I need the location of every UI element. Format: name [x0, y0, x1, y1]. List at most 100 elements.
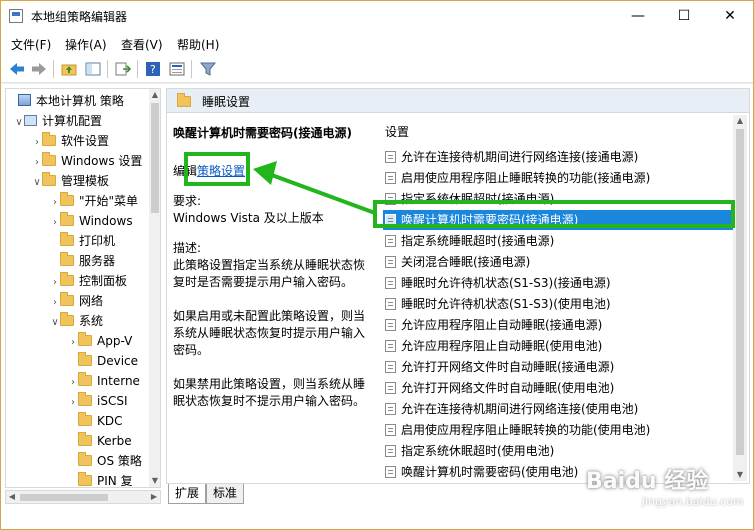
menu-file[interactable]: 文件(F) — [11, 36, 51, 53]
setting-row[interactable]: 允许在连接待机期间进行网络连接(使用电池) — [383, 399, 733, 419]
setting-row[interactable]: 启用使应用程序阻止睡眠转换的功能(使用电池) — [383, 420, 733, 440]
setting-row[interactable]: 指定系统休眠超时(使用电池) — [383, 441, 733, 461]
tree-item[interactable]: 服务器 — [50, 251, 115, 271]
setting-row[interactable]: 允许打开网络文件时自动睡眠(接通电源) — [383, 357, 733, 377]
chevron-down-icon[interactable]: ∨ — [32, 173, 42, 193]
toolbar-separator — [53, 60, 54, 78]
chevron-right-icon[interactable]: › — [68, 373, 78, 393]
forward-arrow-icon[interactable] — [29, 59, 49, 79]
tree-item[interactable]: ∨ 计算机配置 — [14, 111, 102, 131]
tree-hscroll-thumb[interactable] — [20, 494, 108, 501]
setting-label: 指定系统休眠超时(使用电池) — [401, 444, 555, 458]
tab-extended[interactable]: 扩展 — [168, 484, 207, 504]
computer-icon — [24, 115, 37, 126]
show-hide-tree-icon[interactable] — [83, 59, 103, 79]
back-arrow-icon[interactable] — [7, 59, 27, 79]
toolbar-separator — [107, 60, 108, 78]
tree-item[interactable]: PIN 复 — [68, 471, 133, 487]
tree-item[interactable]: 打印机 — [50, 231, 115, 251]
setting-label: 允许在连接待机期间进行网络连接(接通电源) — [401, 150, 639, 164]
chevron-right-icon[interactable]: › — [68, 393, 78, 413]
scroll-down-arrow-icon[interactable]: ▼ — [734, 469, 746, 481]
scroll-up-arrow-icon[interactable]: ▲ — [734, 115, 746, 127]
settings-scroll-thumb[interactable] — [736, 129, 744, 455]
settings-vertical-scrollbar[interactable]: ▲ ▼ — [733, 115, 747, 481]
tree-item[interactable]: 本地计算机 策略 — [8, 91, 124, 111]
scroll-up-arrow-icon[interactable]: ▲ — [149, 89, 160, 101]
tree-item[interactable]: › Windows — [50, 211, 133, 231]
tree-horizontal-scrollbar[interactable]: ◀ ▶ — [5, 490, 161, 504]
folder-icon — [78, 472, 92, 486]
tree-item[interactable]: › App-V — [68, 331, 132, 351]
folder-icon — [78, 352, 92, 366]
setting-row[interactable]: 指定系统睡眠超时(接通电源) — [383, 231, 733, 251]
policy-setting-icon — [385, 466, 396, 478]
tree-scroll-thumb[interactable] — [151, 103, 159, 213]
tree-item-label: 控制面板 — [79, 274, 128, 288]
annotation-box-edit-link — [184, 152, 250, 186]
scroll-down-arrow-icon[interactable]: ▼ — [149, 475, 160, 487]
tree-item[interactable]: OS 策略 — [68, 451, 142, 471]
tree-item[interactable]: Kerbe — [68, 431, 132, 451]
setting-label: 允许打开网络文件时自动睡眠(接通电源) — [401, 360, 615, 374]
tree-item[interactable]: › 软件设置 — [32, 131, 109, 151]
tree-item-label: 服务器 — [79, 254, 116, 268]
folder-icon — [60, 212, 74, 226]
tree-item-label: KDC — [97, 414, 123, 428]
tree-item[interactable]: Device — [68, 351, 138, 371]
tree-item[interactable]: › iSCSI — [68, 391, 128, 411]
tree-vertical-scrollbar[interactable]: ▲ ▼ — [149, 89, 160, 487]
scroll-left-arrow-icon[interactable]: ◀ — [6, 491, 18, 503]
details-header: 睡眠设置 — [167, 89, 749, 113]
setting-row[interactable]: 允许应用程序阻止自动睡眠(使用电池) — [383, 336, 733, 356]
policy-setting-icon — [385, 256, 396, 268]
properties-icon[interactable] — [167, 59, 187, 79]
up-folder-icon[interactable] — [59, 59, 79, 79]
chevron-right-icon[interactable]: › — [50, 213, 60, 233]
close-button[interactable]: ✕ — [707, 1, 753, 31]
setting-row[interactable]: 睡眠时允许待机状态(S1-S3)(使用电池) — [383, 294, 733, 314]
chevron-right-icon[interactable]: › — [50, 193, 60, 213]
policy-setting-icon — [385, 319, 396, 331]
help-icon[interactable]: ? — [143, 59, 163, 79]
setting-row[interactable]: 关闭混合睡眠(接通电源) — [383, 252, 733, 272]
menu-help[interactable]: 帮助(H) — [177, 36, 219, 53]
tree-item[interactable]: › Windows 设置 — [32, 151, 142, 171]
chevron-right-icon[interactable]: › — [50, 273, 60, 293]
chevron-right-icon[interactable]: › — [32, 133, 42, 153]
settings-column-header[interactable]: 设置 — [385, 123, 409, 140]
scroll-right-arrow-icon[interactable]: ▶ — [148, 491, 160, 503]
chevron-down-icon[interactable]: ∨ — [14, 113, 24, 133]
chevron-right-icon[interactable]: › — [50, 293, 60, 313]
tab-standard[interactable]: 标准 — [206, 484, 245, 504]
annotation-box-selected-setting — [373, 200, 735, 228]
folder-icon — [177, 93, 191, 107]
policy-icon — [18, 94, 31, 106]
setting-label: 关闭混合睡眠(接通电源) — [401, 255, 531, 269]
menu-view[interactable]: 查看(V) — [121, 36, 163, 53]
chevron-down-icon[interactable]: ∨ — [50, 313, 60, 333]
tree-item[interactable]: ∨ 系统 — [50, 311, 103, 331]
tree-item[interactable]: ∨ 管理模板 — [32, 171, 109, 191]
export-list-icon[interactable] — [113, 59, 133, 79]
filter-icon[interactable] — [198, 59, 218, 79]
setting-row[interactable]: 允许打开网络文件时自动睡眠(使用电池) — [383, 378, 733, 398]
chevron-right-icon[interactable]: › — [68, 333, 78, 353]
tree-item[interactable]: › 网络 — [50, 291, 103, 311]
tree-item[interactable]: › 控制面板 — [50, 271, 127, 291]
chevron-right-icon[interactable]: › — [32, 153, 42, 173]
maximize-button[interactable]: ☐ — [661, 1, 707, 31]
tree-item[interactable]: KDC — [68, 411, 123, 431]
setting-row[interactable]: 睡眠时允许待机状态(S1-S3)(接通电源) — [383, 273, 733, 293]
tree-item-label: Windows — [79, 214, 133, 228]
menu-action[interactable]: 操作(A) — [65, 36, 107, 53]
tree-pane[interactable]: 本地计算机 策略 ∨ 计算机配置 › 软件设置 › Windows 设置 ∨ 管理模板 › "开始"… — [5, 88, 161, 488]
setting-row[interactable]: 启用使应用程序阻止睡眠转换的功能(接通电源) — [383, 168, 733, 188]
minimize-button[interactable]: — — [615, 1, 661, 31]
tree-item-label: App-V — [97, 334, 133, 348]
setting-row[interactable]: 允许在连接待机期间进行网络连接(接通电源) — [383, 147, 733, 167]
tree-item[interactable]: › Interne — [68, 371, 140, 391]
tree-item[interactable]: › "开始"菜单 — [50, 191, 138, 211]
tree-item-label: Interne — [97, 374, 140, 388]
setting-row[interactable]: 允许应用程序阻止自动睡眠(接通电源) — [383, 315, 733, 335]
